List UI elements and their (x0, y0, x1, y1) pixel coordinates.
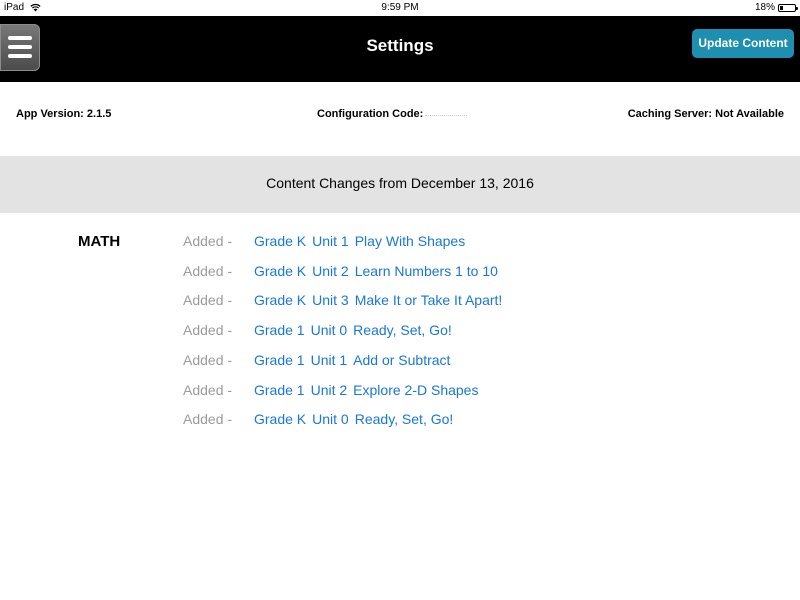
content-unit: Unit 2 (312, 263, 349, 279)
content-link[interactable]: Grade 1 Unit 1 Add or Subtract (254, 352, 456, 368)
list-item: Added - Grade 1 Unit 2 Explore 2-D Shapes (0, 382, 800, 402)
content-unit: Unit 0 (312, 411, 349, 427)
content-title: Add or Subtract (353, 352, 451, 368)
content-link[interactable]: Grade 1 Unit 0 Ready, Set, Go! (254, 322, 458, 338)
content-link[interactable]: Grade K Unit 1 Play With Shapes (254, 233, 471, 249)
list-item: Added - Grade K Unit 0 Ready, Set, Go! (0, 411, 800, 431)
battery-percent: 18% (754, 2, 775, 13)
content-changes-banner: Content Changes from December 13, 2016 (0, 156, 800, 213)
menu-bar-line (8, 36, 32, 40)
content-title: Learn Numbers 1 to 10 (354, 263, 498, 279)
content-link[interactable]: Grade K Unit 3 Make It or Take It Apart! (254, 292, 508, 308)
battery-icon (778, 3, 798, 12)
content-grade: Grade 1 (254, 352, 305, 368)
menu-bar-line (8, 54, 32, 58)
content-grade: Grade K (254, 292, 307, 308)
content-grade: Grade K (254, 233, 307, 249)
status-bar-right: 18% (754, 2, 798, 13)
header-bar: Settings Update Content (0, 16, 800, 82)
change-status: Added - (183, 352, 233, 368)
configuration-code-value (425, 115, 468, 116)
list-item: Added - Grade 1 Unit 0 Ready, Set, Go! (0, 322, 800, 342)
content-unit: Unit 3 (312, 292, 349, 308)
content-unit: Unit 1 (310, 352, 348, 368)
content-link[interactable]: Grade 1 Unit 2 Explore 2-D Shapes (254, 382, 484, 398)
page-title: Settings (366, 36, 434, 55)
content-unit: Unit 0 (310, 322, 348, 338)
content-title: Ready, Set, Go! (354, 411, 454, 427)
battery-fill (780, 5, 783, 10)
list-item: Added - Grade K Unit 2 Learn Numbers 1 to 1… (0, 263, 800, 283)
hamburger-menu-icon[interactable] (0, 24, 40, 71)
content-link[interactable]: Grade K Unit 0 Ready, Set, Go! (254, 411, 459, 427)
content-link[interactable]: Grade K Unit 2 Learn Numbers 1 to 10 (254, 263, 504, 279)
list-item: Added - Grade 1 Unit 1 Add or Subtract (0, 352, 800, 372)
status-bar: iPad 9:59 PM 18% (0, 0, 800, 16)
list-item: Added - Grade K Unit 1 Play With Shapes (0, 233, 800, 253)
menu-bar-line (8, 45, 32, 49)
caching-server-status: Caching Server: Not Available (627, 108, 784, 120)
list-item: Added - Grade K Unit 3 Make It or Take It A… (0, 292, 800, 312)
content-unit: Unit 1 (312, 233, 349, 249)
change-status: Added - (183, 263, 233, 279)
content-title: Make It or Take It Apart! (354, 292, 503, 308)
change-status: Added - (183, 411, 233, 427)
content-grade: Grade 1 (254, 322, 305, 338)
status-time: 9:59 PM (381, 2, 419, 13)
change-status: Added - (183, 322, 233, 338)
app-version: App Version: 2.1.5 (16, 108, 112, 120)
content-title: Play With Shapes (354, 233, 466, 249)
content-title: Explore 2-D Shapes (353, 382, 479, 398)
update-content-button[interactable]: Update Content (692, 29, 794, 58)
content-unit: Unit 2 (310, 382, 348, 398)
configuration-code: Configuration Code: (317, 108, 468, 120)
content-grade: Grade K (254, 263, 307, 279)
content-grade: Grade K (254, 411, 307, 427)
info-row: App Version: 2.1.5 Configuration Code: C… (0, 108, 800, 126)
content-title: Ready, Set, Go! (353, 322, 452, 338)
content-grade: Grade 1 (254, 382, 305, 398)
change-status: Added - (183, 292, 233, 308)
change-status: Added - (183, 382, 233, 398)
settings-screen: iPad 9:59 PM 18% Settings Update Content (0, 0, 800, 600)
change-status: Added - (183, 233, 233, 249)
configuration-code-label: Configuration Code: (317, 108, 424, 120)
